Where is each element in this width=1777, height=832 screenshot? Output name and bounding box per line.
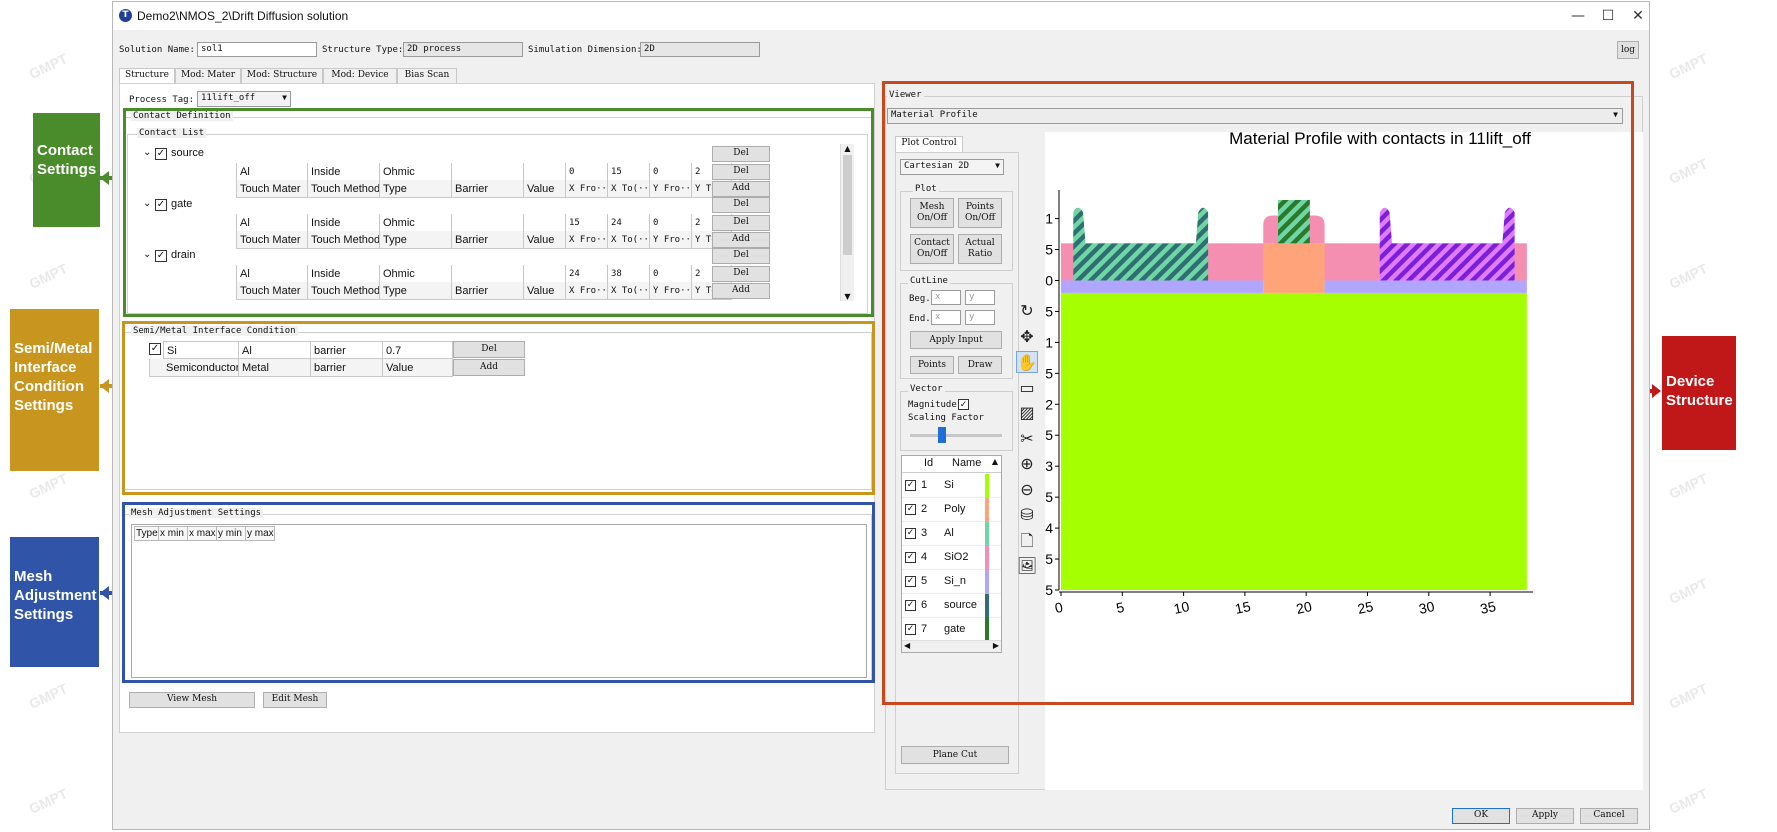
mesh-label-line-2: Adjustment	[14, 587, 97, 604]
structure-type-label: Structure Type:	[322, 45, 404, 55]
edit-mesh-button[interactable]: Edit Mesh	[263, 692, 327, 708]
title-bar: T Demo2\NMOS_2\Drift Diffusion solution …	[113, 2, 1649, 30]
sim-dim-field: 2D	[640, 42, 760, 57]
app-icon: T	[119, 9, 132, 22]
watermark-text: GMPT	[1666, 260, 1710, 292]
watermark-text: GMPT	[1666, 470, 1710, 502]
tab-mod-device[interactable]: Mod: Device	[323, 68, 397, 83]
semi-label-line-1: Semi/Metal	[14, 340, 93, 357]
close-icon[interactable]: ✕	[1623, 6, 1653, 26]
mesh-highlight-frame	[122, 502, 875, 683]
contact-highlight-frame	[123, 108, 874, 317]
semi-arrow-head	[100, 379, 109, 393]
ok-button[interactable]: OK	[1452, 808, 1510, 824]
process-tag-label: Process Tag:	[129, 95, 195, 105]
sim-dim-label: Simulation Dimension:	[528, 45, 642, 55]
watermark-text: GMPT	[1666, 785, 1710, 817]
solution-name-label: Solution Name:	[119, 45, 195, 55]
solution-name-input[interactable]: sol1	[197, 42, 317, 57]
device-structure-label: Device Structure	[1662, 336, 1736, 450]
window-title: Demo2\NMOS_2\Drift Diffusion solution	[137, 9, 349, 23]
semi-metal-label: Semi/Metal Interface Condition Settings	[10, 309, 99, 471]
semi-label-line-2: Interface	[14, 359, 77, 376]
device-label-line-1: Device	[1666, 373, 1715, 390]
cancel-button[interactable]: Cancel	[1580, 808, 1638, 824]
mesh-arrow-head	[100, 586, 109, 600]
device-label-line-2: Structure	[1666, 392, 1733, 409]
maximize-icon[interactable]: ☐	[1593, 6, 1623, 26]
device-highlight-frame	[882, 81, 1634, 705]
mesh-label-line-1: Mesh	[14, 568, 53, 585]
contact-label-line-2: Settings	[37, 161, 97, 178]
process-tag-value: 11lift_off	[201, 93, 256, 103]
watermark-text: GMPT	[26, 260, 70, 292]
watermark-text: GMPT	[1666, 680, 1710, 712]
contact-arrow-head	[100, 171, 109, 185]
minimize-icon[interactable]: —	[1563, 6, 1593, 26]
plane-cut-button[interactable]: Plane Cut	[901, 746, 1009, 764]
mesh-label-line-3: Settings	[14, 606, 74, 623]
view-mesh-button[interactable]: View Mesh	[129, 692, 255, 708]
watermark-text: GMPT	[26, 50, 70, 82]
chevron-down-icon: ▼	[282, 93, 287, 102]
watermark-text: GMPT	[1666, 575, 1710, 607]
contact-label-line-1: Contact	[37, 142, 93, 159]
watermark-text: GMPT	[26, 785, 70, 817]
process-tag-select[interactable]: 11lift_off ▼	[197, 91, 291, 107]
log-button[interactable]: log	[1617, 41, 1639, 59]
apply-button[interactable]: Apply	[1516, 808, 1574, 824]
mesh-settings-label: Mesh Adjustment Settings	[10, 537, 99, 667]
semi-label-line-3: Condition	[14, 378, 84, 395]
device-arrow-head	[1652, 384, 1661, 398]
contact-settings-label: Contact Settings	[33, 113, 100, 227]
watermark-text: GMPT	[1666, 155, 1710, 187]
watermark-text: GMPT	[26, 470, 70, 502]
tab-mod-structure[interactable]: Mod: Structure	[241, 68, 323, 83]
semi-highlight-frame	[122, 321, 875, 495]
tab-bias-scan[interactable]: Bias Scan	[397, 68, 457, 83]
watermark-text: GMPT	[1666, 50, 1710, 82]
tab-mod-mater[interactable]: Mod: Mater	[175, 68, 241, 83]
semi-label-line-4: Settings	[14, 397, 74, 414]
tab-structure[interactable]: Structure	[119, 68, 175, 84]
watermark-text: GMPT	[26, 680, 70, 712]
structure-type-field: 2D process	[403, 42, 523, 57]
